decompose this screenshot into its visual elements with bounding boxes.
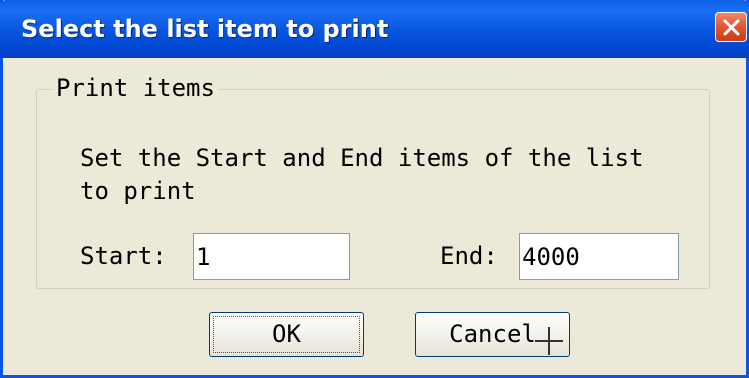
start-label: Start: — [80, 242, 167, 270]
instructions-text: Set the Start and End items of the list … — [80, 144, 644, 205]
close-icon — [723, 19, 740, 36]
cancel-button[interactable]: Cancel — [415, 312, 570, 357]
title-bar[interactable]: Select the list item to print — [0, 0, 749, 58]
end-label: End: — [440, 242, 498, 270]
ok-button-label: OK — [272, 320, 301, 348]
close-button[interactable] — [715, 12, 747, 42]
cancel-button-label: Cancel — [449, 320, 536, 348]
groupbox-legend: Print items — [53, 72, 218, 104]
dialog-title: Select the list item to print — [21, 15, 389, 43]
ok-button[interactable]: OK — [209, 312, 364, 357]
start-input[interactable] — [193, 233, 350, 280]
end-input[interactable] — [519, 233, 679, 280]
